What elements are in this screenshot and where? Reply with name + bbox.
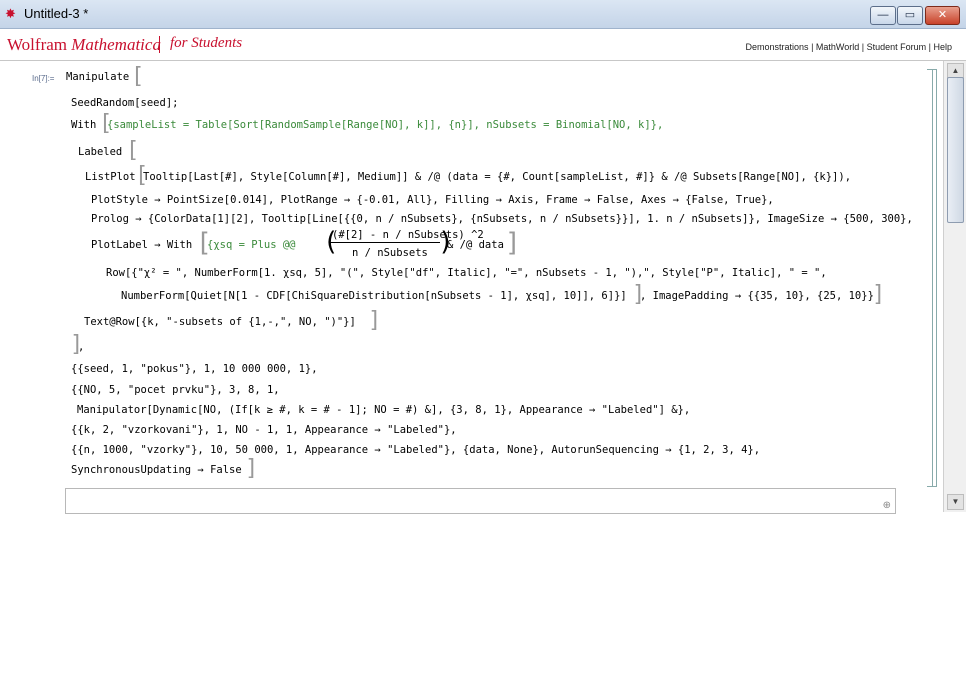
code-line-8c: & /@ data <box>447 239 504 251</box>
fraction-denominator: n / nSubsets <box>352 247 428 259</box>
link-demonstrations[interactable]: Demonstrations <box>746 42 809 52</box>
new-input-cell[interactable]: ⊕ <box>65 488 896 514</box>
window-titlebar: ✸ Untitled-3 * — ▭ ✕ <box>0 0 966 29</box>
bracket: [ <box>131 64 145 89</box>
code-line-11: Text@Row[{k, "-subsets of {1,-,", NO, ")… <box>84 316 356 328</box>
code-line-8b: {χsq = Plus @@ <box>207 239 296 251</box>
code-line-13: {{seed, 1, "pokus"}, 1, 10 000 000, 1}, <box>71 363 318 375</box>
bracket: ] <box>368 308 382 333</box>
bracket: ] <box>505 228 521 258</box>
bracket: ] <box>872 282 886 307</box>
top-links: Demonstrations | MathWorld | Student For… <box>745 42 952 52</box>
cell-insert-icon[interactable]: ⊕ <box>883 500 891 511</box>
maximize-button[interactable]: ▭ <box>897 6 923 25</box>
code-line-18: SynchronousUpdating → False <box>71 464 242 476</box>
group-bracket[interactable] <box>927 69 933 487</box>
code-line-12: , <box>78 341 85 353</box>
code-line-17: {{n, 1000, "vzorky"}, 10, 50 000, 1, App… <box>71 444 761 456</box>
code-cell[interactable]: Manipulate [ SeedRandom[seed]; With [ {s… <box>0 61 913 685</box>
code-line-3b: {sampleList = Table[Sort[RandomSample[Ra… <box>107 119 664 131</box>
fraction-bar <box>330 242 440 243</box>
brand-divider <box>159 36 160 53</box>
mathematica-spikey-icon: ✸ <box>5 6 16 21</box>
link-mathworld[interactable]: MathWorld <box>816 42 859 52</box>
code-line-9: Row[{"χ² = ", NumberForm[1. χsq, 5], "("… <box>106 267 827 279</box>
bracket: [ <box>126 138 140 163</box>
code-line-5: ListPlot <box>85 171 136 183</box>
brand-bar: Wolfram Mathematica for Students Demonst… <box>0 29 966 61</box>
code-line-14: {{NO, 5, "pocet prvku"}, 3, 8, 1, <box>71 384 280 396</box>
notebook-area[interactable]: In[7]:= Manipulate [ SeedRandom[seed]; W… <box>0 61 943 514</box>
code-line-10: NumberForm[Quiet[N[1 - CDF[ChiSquareDist… <box>121 290 627 302</box>
input-label: In[7]:= <box>32 74 55 83</box>
link-student-forum[interactable]: Student Forum <box>867 42 927 52</box>
code-line-2: SeedRandom[seed]; <box>71 97 179 109</box>
minimize-button[interactable]: — <box>870 6 896 25</box>
code-line-10b: , ImagePadding → {{35, 10}, {25, 10}} <box>640 290 874 302</box>
vertical-scrollbar[interactable]: ▲ ▼ <box>943 61 966 512</box>
scroll-down-arrow[interactable]: ▼ <box>947 494 964 510</box>
brand-edition: for Students <box>170 35 243 51</box>
code-line-3: With <box>71 119 97 131</box>
code-line-8: PlotLabel → With <box>91 239 193 251</box>
code-line-4: Labeled <box>78 146 123 158</box>
link-help[interactable]: Help <box>933 42 952 52</box>
code-line-16: {{k, 2, "vzorkovani"}, 1, NO - 1, 1, App… <box>71 424 457 436</box>
code-line-6: PlotStyle → PointSize[0.014], PlotRange … <box>91 194 774 206</box>
code-line-1: Manipulate <box>66 71 130 83</box>
close-button[interactable]: ✕ <box>925 6 960 25</box>
code-line-15: Manipulator[Dynamic[NO, (If[k ≥ #, k = #… <box>77 404 691 416</box>
window-title: Untitled-3 * <box>24 6 89 21</box>
scroll-thumb[interactable] <box>947 77 964 223</box>
brand-logo: Wolfram Mathematica <box>7 35 161 54</box>
code-line-7: Prolog → {ColorData[1][2], Tooltip[Line[… <box>91 213 913 225</box>
bracket: ] <box>245 456 259 481</box>
code-line-5b: Tooltip[Last[#], Style[Column[#], Medium… <box>143 171 852 183</box>
